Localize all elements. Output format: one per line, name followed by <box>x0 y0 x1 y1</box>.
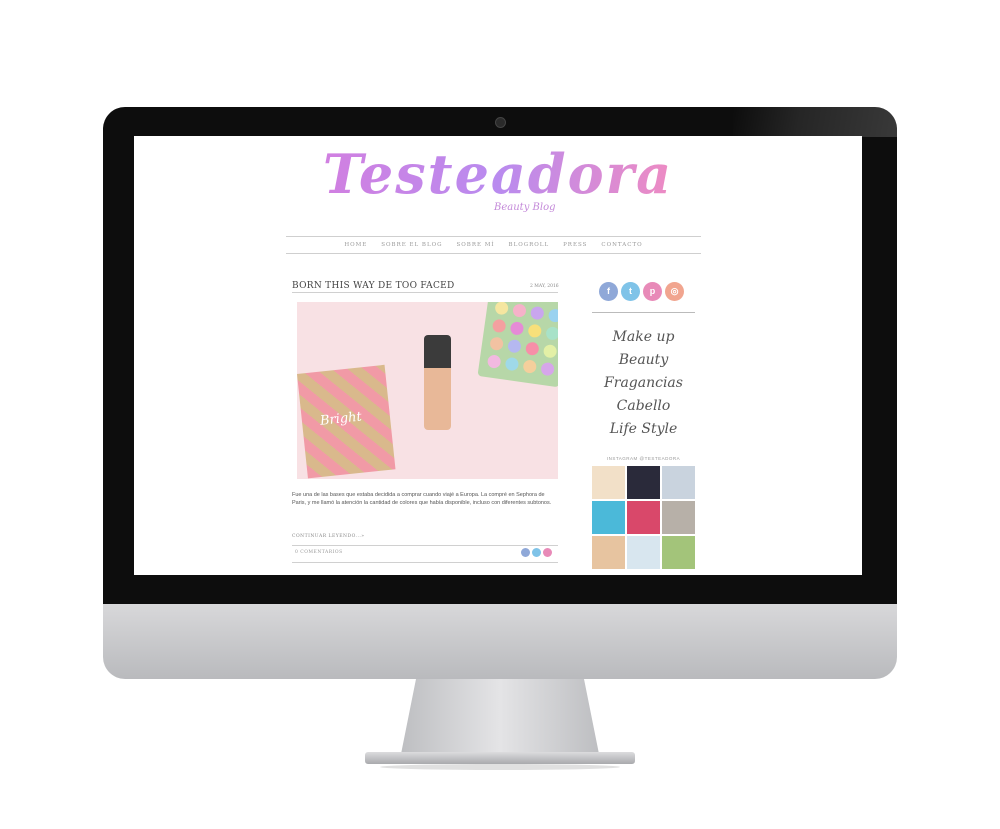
instagram-grid <box>592 466 695 569</box>
stand-shadow <box>380 764 620 770</box>
compact-label: Bright <box>319 409 363 429</box>
post-excerpt: Fue una de las bases que estaba decidida… <box>292 492 552 506</box>
instagram-tile[interactable] <box>627 466 660 499</box>
post-date: 2 MAY, 2016 <box>530 284 559 289</box>
monitor-base <box>365 752 635 764</box>
divider <box>592 312 695 313</box>
share-icons <box>521 548 552 557</box>
instagram-tile[interactable] <box>592 536 625 569</box>
webcam <box>495 117 506 128</box>
facebook-icon[interactable]: f <box>599 282 618 301</box>
instagram-tile[interactable] <box>662 501 695 534</box>
read-more-link[interactable]: CONTINUAR LEYENDO...» <box>292 534 365 539</box>
post-title[interactable]: BORN THIS WAY DE TOO FACED <box>292 281 455 291</box>
pinterest-share-icon[interactable] <box>543 548 552 557</box>
highlighter-compact: Bright <box>297 364 396 479</box>
instagram-tile[interactable] <box>662 536 695 569</box>
blog-tagline: Beauty Blog <box>494 202 556 213</box>
instagram-tile[interactable] <box>592 466 625 499</box>
main-nav: HOME SOBRE EL BLOG SOBRE MÍ BLOGROLL PRE… <box>286 236 701 254</box>
category-list: Make up Beauty Fragancias Cabello Life S… <box>592 326 695 441</box>
instagram-icon[interactable]: ◎ <box>665 282 684 301</box>
category-make-up[interactable]: Make up <box>592 326 695 349</box>
palette-pans <box>486 302 558 377</box>
divider <box>292 545 558 546</box>
browser-viewport: Testeadora Beauty Blog HOME SOBRE EL BLO… <box>134 136 862 575</box>
nav-item-press[interactable]: PRESS <box>563 242 587 248</box>
instagram-title: INSTAGRAM @TESTEADORA <box>606 456 681 461</box>
comments-link[interactable]: 0 COMENTARIOS <box>295 550 343 555</box>
nav-item-sobre-el-blog[interactable]: SOBRE EL BLOG <box>381 242 442 248</box>
instagram-tile[interactable] <box>627 501 660 534</box>
nav-item-home[interactable]: HOME <box>344 242 367 248</box>
monitor-stand <box>400 679 600 759</box>
post-image[interactable]: Bright <box>297 302 558 479</box>
nav-item-sobre-mi[interactable]: SOBRE MÍ <box>457 242 495 248</box>
instagram-tile[interactable] <box>662 466 695 499</box>
eyeshadow-palette <box>477 302 558 388</box>
nav-item-blogroll[interactable]: BLOGROLL <box>509 242 550 248</box>
category-cabello[interactable]: Cabello <box>592 395 695 418</box>
facebook-share-icon[interactable] <box>521 548 530 557</box>
category-life-style[interactable]: Life Style <box>592 418 695 441</box>
monitor-chin <box>103 604 897 679</box>
blog-logo[interactable]: Testeadora <box>134 142 862 206</box>
screen-glare <box>733 107 897 137</box>
instagram-tile[interactable] <box>627 536 660 569</box>
instagram-tile[interactable] <box>592 501 625 534</box>
divider <box>292 292 558 293</box>
twitter-icon[interactable]: t <box>621 282 640 301</box>
twitter-share-icon[interactable] <box>532 548 541 557</box>
social-links: f t p ◎ <box>599 282 684 301</box>
pinterest-icon[interactable]: p <box>643 282 662 301</box>
category-beauty[interactable]: Beauty <box>592 349 695 372</box>
nav-item-contacto[interactable]: CONTACTO <box>601 242 642 248</box>
category-fragancias[interactable]: Fragancias <box>592 372 695 395</box>
divider <box>292 562 558 563</box>
foundation-bottle <box>424 335 451 430</box>
